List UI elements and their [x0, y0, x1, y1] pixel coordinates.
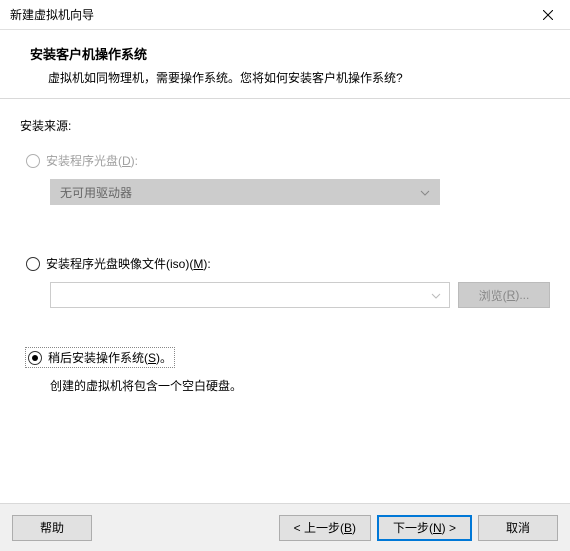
source-label: 安装来源: — [20, 117, 550, 134]
option-later: 稍后安装操作系统(S)。 创建的虚拟机将包含一个空白硬盘。 — [26, 348, 550, 394]
radio-later — [28, 351, 42, 365]
wizard-header: 安装客户机操作系统 虚拟机如同物理机，需要操作系统。您将如何安装客户机操作系统? — [0, 30, 570, 99]
radio-disc — [26, 154, 40, 168]
next-button[interactable]: 下一步(N) > — [377, 515, 472, 541]
window-title: 新建虚拟机向导 — [10, 6, 525, 23]
content-area: 安装来源: 安装程序光盘(D): 无可用驱动器 安装程序光盘映像文件(iso)(… — [0, 99, 570, 436]
back-button[interactable]: < 上一步(B) — [279, 515, 371, 541]
cancel-button[interactable]: 取消 — [478, 515, 558, 541]
radio-disc-row[interactable]: 安装程序光盘(D): — [26, 152, 550, 169]
radio-later-row[interactable]: 稍后安装操作系统(S)。 — [26, 348, 174, 367]
option-iso: 安装程序光盘映像文件(iso)(M): 浏览(R)... — [26, 255, 550, 308]
radio-disc-label: 安装程序光盘(D): — [46, 152, 138, 169]
disc-dropdown[interactable]: 无可用驱动器 — [50, 179, 440, 205]
chevron-down-icon — [420, 185, 430, 199]
titlebar: 新建虚拟机向导 — [0, 0, 570, 30]
disc-dropdown-text: 无可用驱动器 — [60, 184, 132, 201]
page-description: 虚拟机如同物理机，需要操作系统。您将如何安装客户机操作系统? — [30, 69, 540, 86]
radio-iso-label: 安装程序光盘映像文件(iso)(M): — [46, 255, 211, 272]
iso-path-input[interactable] — [50, 282, 450, 308]
radio-later-label: 稍后安装操作系统(S)。 — [48, 349, 172, 366]
page-title: 安装客户机操作系统 — [30, 44, 540, 63]
chevron-down-icon — [431, 288, 441, 302]
close-button[interactable] — [525, 0, 570, 30]
radio-iso-row[interactable]: 安装程序光盘映像文件(iso)(M): — [26, 255, 550, 272]
wizard-footer: 帮助 < 上一步(B) 下一步(N) > 取消 — [0, 503, 570, 551]
help-button[interactable]: 帮助 — [12, 515, 92, 541]
browse-button[interactable]: 浏览(R)... — [458, 282, 550, 308]
option-disc: 安装程序光盘(D): 无可用驱动器 — [26, 152, 550, 205]
radio-iso — [26, 257, 40, 271]
close-icon — [543, 10, 553, 20]
later-hint: 创建的虚拟机将包含一个空白硬盘。 — [50, 377, 550, 394]
